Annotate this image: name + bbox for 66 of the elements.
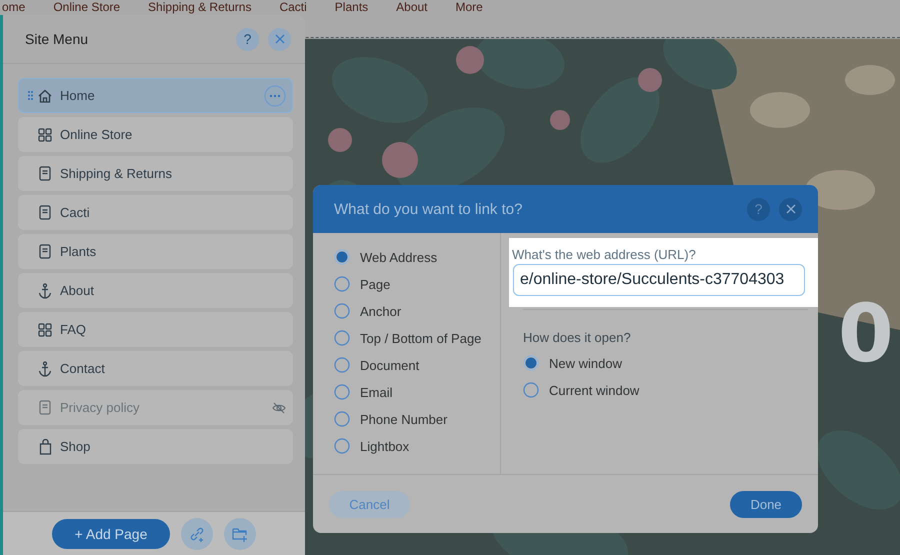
bag-icon <box>38 438 52 454</box>
option-label[interactable]: Current window <box>549 382 640 398</box>
menu-item[interactable]: Home <box>18 78 293 113</box>
radio-button[interactable] <box>334 276 350 292</box>
radio-button[interactable] <box>334 384 350 400</box>
close-button[interactable] <box>268 28 291 50</box>
option-label[interactable]: Lightbox <box>360 438 410 454</box>
folder-plus-icon <box>232 526 248 542</box>
close-icon <box>274 34 284 44</box>
drag-handle-icon[interactable] <box>28 91 33 100</box>
url-field[interactable]: e/online-store/Succulents-c37704303 <box>513 264 805 296</box>
option-label[interactable]: Document <box>360 358 420 372</box>
menu-item[interactable]: FAQ <box>18 312 293 347</box>
house-icon <box>37 88 53 104</box>
link-plus-icon <box>189 526 205 542</box>
done-button[interactable]: Done <box>730 490 802 518</box>
page-icon <box>39 400 51 415</box>
page-icon <box>39 244 51 259</box>
radio-button[interactable] <box>334 357 350 373</box>
radio-button[interactable] <box>334 330 350 346</box>
nav-link[interactable]: About <box>396 0 428 14</box>
page-icon <box>39 205 51 220</box>
option-label[interactable]: New window <box>549 356 622 370</box>
radio-button[interactable] <box>334 438 350 454</box>
dialog-title: What do you want to link to? <box>334 200 524 218</box>
help-button[interactable]: ? <box>236 28 259 50</box>
grid-icon <box>38 322 52 336</box>
menu-item[interactable]: About <box>18 273 293 308</box>
section-label: How does it open? <box>523 330 631 345</box>
nav-link[interactable]: Cacti <box>279 0 307 14</box>
option-label[interactable]: Anchor <box>360 304 402 318</box>
nav-link[interactable]: ome <box>2 0 26 14</box>
add-page-button[interactable]: + Add Page <box>52 519 170 549</box>
nav-link[interactable]: Online Store <box>53 0 120 14</box>
radio-button[interactable] <box>523 382 539 398</box>
menu-item[interactable]: Online Store <box>18 117 293 152</box>
option-label[interactable]: Phone Number <box>360 412 448 426</box>
hero-text: 0 <box>838 294 894 374</box>
option-label[interactable]: Email <box>360 384 393 400</box>
menu-item[interactable]: Contact <box>18 351 293 386</box>
option-label[interactable]: Page <box>360 276 390 292</box>
nav-link[interactable]: Shipping & Returns <box>148 0 252 14</box>
menu-item[interactable]: Plants <box>18 234 293 269</box>
anchor-icon <box>38 282 52 298</box>
menu-item[interactable]: Shop <box>18 429 293 464</box>
option-label[interactable]: Top / Bottom of Page <box>360 330 482 346</box>
grid-icon <box>38 128 52 142</box>
more-icon[interactable] <box>264 84 286 106</box>
panel-title: Site Menu <box>25 31 90 47</box>
nav-link[interactable]: More <box>456 0 483 14</box>
radio-button[interactable] <box>334 249 350 265</box>
add-link-button[interactable] <box>181 518 213 550</box>
option-label[interactable]: Web Address <box>360 250 438 264</box>
close-icon <box>786 204 796 214</box>
menu-item[interactable]: Cacti <box>18 195 293 230</box>
radio-button[interactable] <box>334 303 350 319</box>
radio-button[interactable] <box>334 411 350 427</box>
close-button[interactable] <box>779 198 802 220</box>
add-folder-button[interactable] <box>224 518 256 550</box>
nav-link[interactable]: Plants <box>334 0 368 14</box>
radio-button[interactable] <box>523 355 539 371</box>
field-label: What's the web address (URL)? <box>512 247 696 262</box>
menu-item[interactable]: Shipping & Returns <box>18 156 293 191</box>
anchor-icon <box>38 360 52 376</box>
page-icon <box>39 166 51 181</box>
eye-slash-icon[interactable] <box>272 402 286 414</box>
